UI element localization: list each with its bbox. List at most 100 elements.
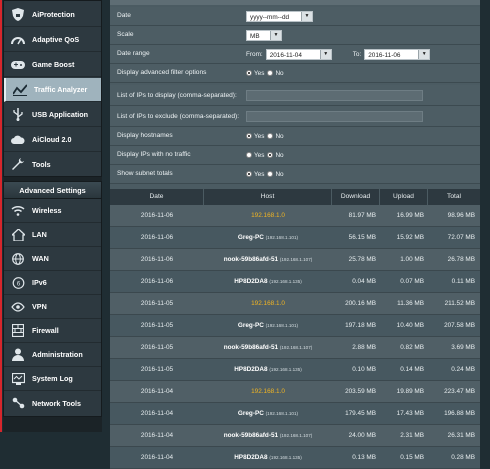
subnet-row: Show subnet totals Yes No bbox=[110, 165, 480, 184]
sidebar-item-ipv6[interactable]: 6 IPv6 bbox=[4, 271, 101, 295]
chevron-down-icon: ▼ bbox=[270, 30, 281, 40]
no-label: No bbox=[275, 151, 284, 159]
sidebar-item-label: VPN bbox=[32, 302, 47, 311]
table-header: Date Host Download Upload Total bbox=[110, 189, 480, 205]
sidebar-item-aiprotection[interactable]: AiProtection bbox=[4, 3, 101, 27]
to-date-select[interactable]: 2016-11-06 ▼ bbox=[364, 48, 431, 60]
cell-download: 0.04 MB bbox=[352, 278, 376, 285]
ips-display-label: List of IPs to display (comma-separated)… bbox=[117, 92, 237, 99]
to-date-value: 2016-11-06 bbox=[368, 51, 401, 59]
sidebar-item-label: Traffic Analyzer bbox=[34, 85, 88, 94]
col-host-header[interactable]: Host bbox=[204, 189, 332, 205]
cell-date: 2016-11-04 bbox=[140, 410, 174, 417]
hostnames-no-radio[interactable] bbox=[267, 133, 274, 139]
cell-host: HP8D2DA8 (192.168.1.135) bbox=[204, 447, 332, 468]
scale-select-value: MB bbox=[250, 32, 260, 40]
date-range-label: Date range bbox=[117, 50, 150, 57]
cell-date: 2016-11-05 bbox=[140, 344, 174, 351]
scale-select[interactable]: MB ▼ bbox=[246, 29, 282, 41]
host-name: nook-59b86afd-51 bbox=[223, 432, 279, 439]
cell-date: 2016-11-04 bbox=[140, 388, 174, 395]
sidebar-item-tools[interactable]: Tools bbox=[4, 152, 101, 176]
host-subnet: 192.168.1.0 bbox=[251, 212, 285, 219]
sidebar-item-game-boost[interactable]: Game Boost bbox=[4, 53, 101, 77]
cell-date: 2016-11-04 bbox=[140, 454, 174, 461]
cell-total: 72.07 MB bbox=[447, 234, 475, 241]
sidebar-item-aicloud[interactable]: AiCloud 2.0 bbox=[4, 128, 101, 152]
hostnames-label: Display hostnames bbox=[117, 132, 173, 139]
sidebar-item-wireless[interactable]: Wireless bbox=[4, 199, 101, 223]
globe-icon bbox=[10, 252, 26, 266]
from-date-select[interactable]: 2016-11-04 ▼ bbox=[265, 48, 332, 60]
cloud-icon bbox=[10, 133, 26, 147]
no-traffic-no-radio[interactable] bbox=[267, 152, 274, 158]
sidebar-item-label: IPv6 bbox=[32, 278, 47, 287]
col-download-header[interactable]: Download bbox=[332, 189, 380, 205]
adv-filter-row: Display advanced filter options Yes No bbox=[110, 64, 480, 83]
wifi-icon bbox=[10, 204, 26, 218]
adv-filter-no-radio[interactable] bbox=[267, 70, 274, 76]
cell-host: Greg-PC (192.168.1.101) bbox=[204, 403, 332, 424]
sidebar-item-network-tools[interactable]: Network Tools bbox=[4, 391, 101, 415]
col-upload-header[interactable]: Upload bbox=[380, 189, 428, 205]
col-date-header[interactable]: Date bbox=[110, 189, 204, 205]
panel-header-strip bbox=[110, 0, 480, 5]
vpn-icon bbox=[10, 300, 26, 314]
cell-date: 2016-11-04 bbox=[140, 432, 174, 439]
host-name: HP8D2DA8 bbox=[234, 454, 268, 461]
svg-text:6: 6 bbox=[16, 281, 20, 287]
cell-total: 3.69 MB bbox=[451, 344, 475, 351]
host-subnet: 192.168.1.0 bbox=[251, 388, 285, 395]
adv-filter-yes-radio[interactable] bbox=[246, 70, 252, 76]
subnet-no-radio[interactable] bbox=[267, 171, 274, 177]
sidebar-item-administration[interactable]: Administration bbox=[4, 343, 101, 367]
sidebar-item-system-log[interactable]: System Log bbox=[4, 367, 101, 391]
cell-total: 207.58 MB bbox=[444, 322, 475, 329]
cell-upload: 15.92 MB bbox=[396, 234, 424, 241]
to-label: To: bbox=[352, 50, 362, 58]
date-select[interactable]: yyyy--mm--dd ▼ bbox=[246, 10, 313, 22]
host-ip-address: (192.168.1.107) bbox=[279, 345, 313, 350]
hostnames-row: Display hostnames Yes No bbox=[110, 127, 480, 146]
chevron-down-icon: ▼ bbox=[418, 49, 430, 59]
ips-exclude-input[interactable] bbox=[246, 111, 423, 122]
host-name: HP8D2DA8 bbox=[234, 278, 268, 285]
no-traffic-row: Display IPs with no traffic Yes No bbox=[110, 146, 480, 165]
subnet-label: Show subnet totals bbox=[117, 170, 173, 177]
cell-upload: 19.89 MB bbox=[396, 388, 424, 395]
from-label: From: bbox=[246, 50, 263, 58]
hostnames-yes-radio[interactable] bbox=[246, 133, 252, 139]
wrench-icon bbox=[10, 157, 26, 171]
sidebar-item-wan[interactable]: WAN bbox=[4, 247, 101, 271]
cell-upload: 0.82 MB bbox=[400, 344, 424, 351]
no-label: No bbox=[275, 170, 284, 178]
sidebar-item-adaptive-qos[interactable]: Adaptive QoS bbox=[4, 28, 101, 52]
date-label: Date bbox=[117, 12, 131, 19]
adv-filter-label: Display advanced filter options bbox=[117, 69, 207, 76]
cell-download: 179.45 MB bbox=[345, 410, 376, 417]
sidebar-item-label: Firewall bbox=[32, 326, 59, 335]
sidebar-item-traffic-analyzer[interactable]: Traffic Analyzer bbox=[4, 78, 101, 102]
no-label: No bbox=[275, 69, 284, 77]
col-total-header[interactable]: Total bbox=[428, 189, 480, 205]
sidebar-item-label: Network Tools bbox=[32, 398, 81, 408]
window-border bbox=[0, 0, 2, 432]
table-row: 2016-11-04 HP8D2DA8 (192.168.1.135) 0.13 M… bbox=[110, 447, 480, 469]
sidebar-item-usb-application[interactable]: USB Application bbox=[4, 103, 101, 127]
sidebar-item-vpn[interactable]: VPN bbox=[4, 295, 101, 319]
no-traffic-yes-radio[interactable] bbox=[246, 152, 252, 158]
cell-upload: 17.43 MB bbox=[396, 410, 424, 417]
ips-display-input[interactable] bbox=[246, 90, 423, 101]
sidebar-item-firewall[interactable]: Firewall bbox=[4, 319, 101, 343]
sidebar-item-lan[interactable]: LAN bbox=[4, 223, 101, 247]
cell-total: 196.88 MB bbox=[444, 410, 475, 417]
scale-row: Scale MB ▼ bbox=[110, 26, 480, 45]
date-select-value: yyyy--mm--dd bbox=[250, 13, 290, 21]
sidebar: AiProtection Adaptive QoS Game Boost Tra… bbox=[3, 0, 102, 432]
table-row: 2016-11-06 192.168.1.0 81.97 MB 16.99 MB 98.… bbox=[110, 205, 480, 227]
sidebar-item-label: AiCloud 2.0 bbox=[32, 135, 72, 144]
cell-date: 2016-11-05 bbox=[140, 322, 174, 329]
subnet-yes-radio[interactable] bbox=[246, 171, 252, 177]
usb-icon bbox=[10, 108, 26, 122]
host-ip-address: (192.168.1.101) bbox=[265, 411, 299, 416]
